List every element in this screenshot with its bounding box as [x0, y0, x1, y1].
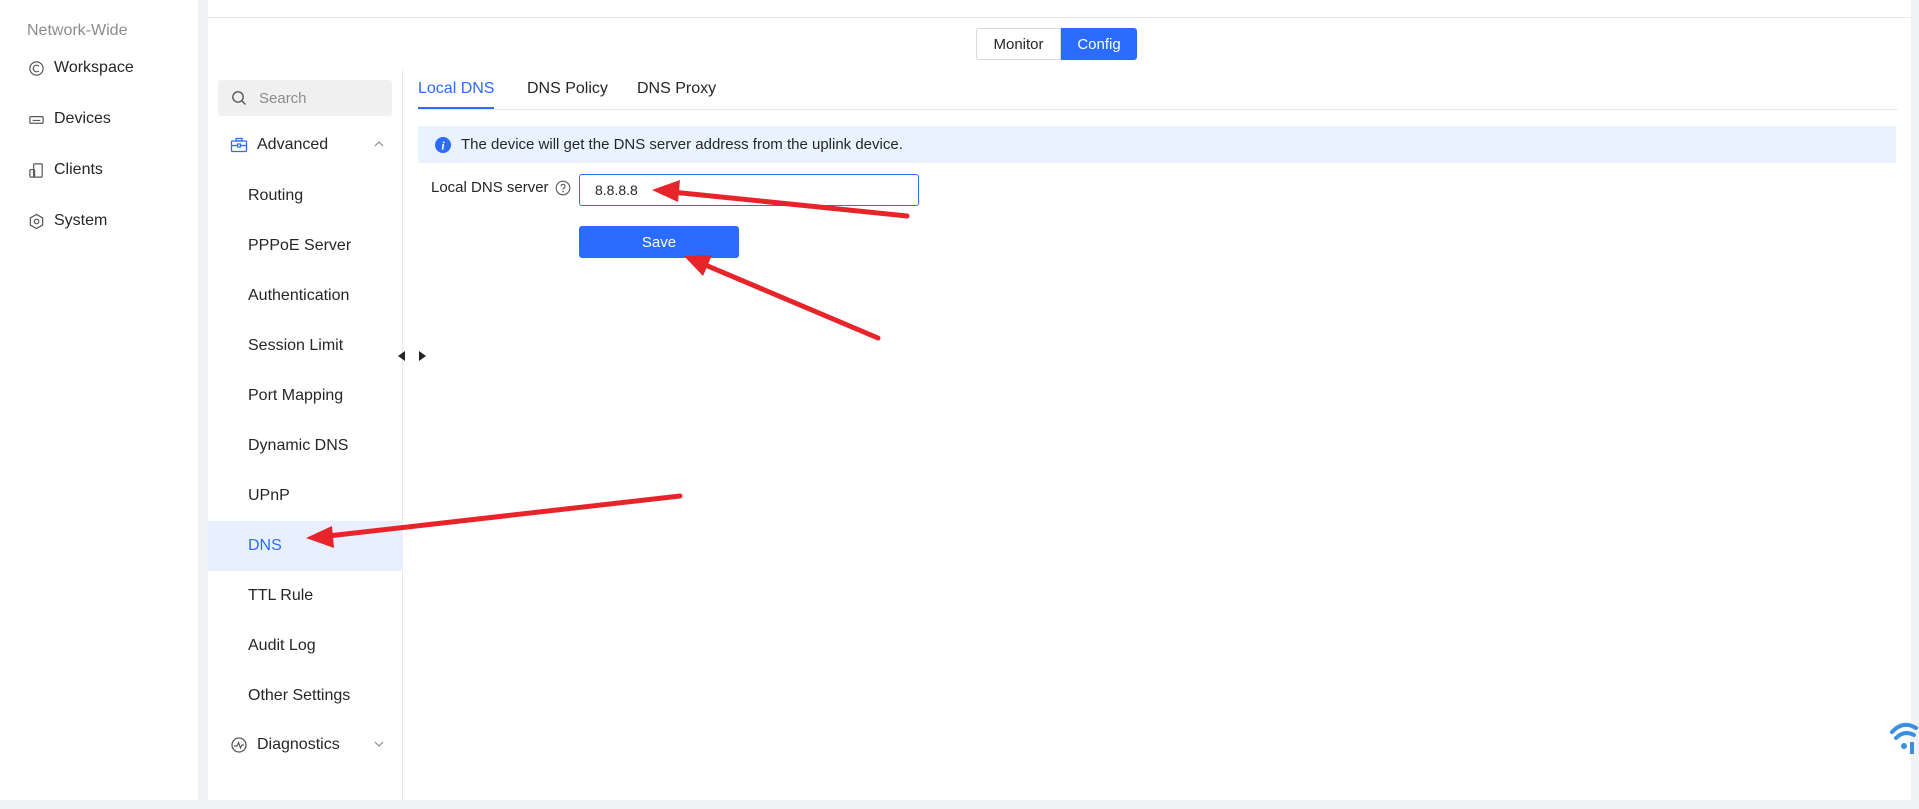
group-diagnostics-label: Diagnostics: [257, 736, 340, 753]
group-advanced[interactable]: Advanced: [230, 130, 395, 160]
caret-left-icon[interactable]: [398, 351, 406, 361]
sidebar-item-audit-log[interactable]: Audit Log: [208, 621, 403, 671]
local-dns-label: Local DNS server: [431, 179, 549, 196]
sidebar-item-dns[interactable]: DNS: [208, 521, 403, 571]
help-icon[interactable]: [555, 180, 571, 196]
network-wide-label: Network-Wide: [27, 22, 128, 39]
sidebar-item-session-limit[interactable]: Session Limit: [208, 321, 403, 371]
group-diagnostics[interactable]: Diagnostics: [230, 730, 395, 760]
mode-toggle: Monitor Config: [976, 28, 1137, 60]
sidebar-item-port-mapping[interactable]: Port Mapping: [208, 371, 403, 421]
system-icon: [27, 212, 45, 230]
tab-local-dns[interactable]: Local DNS: [418, 80, 495, 109]
sidebar-item-pppoe-server[interactable]: PPPoE Server: [208, 221, 403, 271]
config-button[interactable]: Config: [1061, 28, 1137, 60]
devices-icon: [27, 110, 45, 128]
sidebar-item-routing[interactable]: Routing: [208, 171, 403, 221]
group-advanced-label: Advanced: [257, 136, 329, 153]
sub-sidebar: Advanced Routing PPPoE Server Authentica…: [208, 70, 403, 800]
global-nav: Network-Wide Workspace Devices Clients S…: [0, 0, 198, 800]
assistant-logo-icon[interactable]: [1888, 716, 1919, 764]
monitor-button[interactable]: Monitor: [976, 28, 1061, 60]
save-button[interactable]: Save: [579, 226, 739, 258]
chevron-down-icon: [374, 741, 384, 747]
local-dns-server-input[interactable]: [579, 174, 919, 206]
sidebar-item-upnp[interactable]: UPnP: [208, 471, 403, 521]
nav-item-system[interactable]: System: [27, 206, 107, 236]
sidebar-item-ttl-rule[interactable]: TTL Rule: [208, 571, 403, 621]
workspace-icon: [27, 59, 45, 77]
local-dns-label-row: Local DNS server: [431, 179, 571, 196]
search-input[interactable]: [257, 88, 387, 108]
nav-item-label: Devices: [54, 110, 111, 127]
sidebar-item-dynamic-dns[interactable]: Dynamic DNS: [208, 421, 403, 471]
sidebar-item-other-settings[interactable]: Other Settings: [208, 671, 403, 721]
caret-right-icon[interactable]: [418, 351, 426, 361]
dns-tabs: Local DNS DNS Policy DNS Proxy: [418, 70, 1898, 110]
diagnostics-icon: [230, 736, 248, 754]
top-divider: [208, 17, 1911, 18]
nav-item-clients[interactable]: Clients: [27, 155, 103, 185]
clients-icon: [27, 161, 45, 179]
info-banner-text: The device will get the DNS server addre…: [461, 136, 903, 153]
sidebar-collapse-handle[interactable]: [394, 340, 430, 372]
nav-item-workspace[interactable]: Workspace: [27, 53, 134, 83]
nav-item-label: System: [54, 212, 108, 229]
nav-item-label: Clients: [54, 161, 103, 178]
tab-dns-policy[interactable]: DNS Policy: [527, 80, 608, 107]
search-icon: [232, 91, 246, 105]
main-panel: Monitor Config Advanced Routing PPPoE Se…: [208, 0, 1911, 800]
chevron-up-icon: [374, 141, 384, 147]
nav-item-label: Workspace: [54, 59, 134, 76]
sidebar-item-authentication[interactable]: Authentication: [208, 271, 403, 321]
nav-item-devices[interactable]: Devices: [27, 104, 111, 134]
toolbox-icon: [230, 136, 248, 154]
info-banner: i The device will get the DNS server add…: [418, 126, 1896, 163]
tab-dns-proxy[interactable]: DNS Proxy: [637, 80, 716, 107]
info-icon: i: [435, 136, 451, 153]
search-box: [218, 80, 392, 116]
